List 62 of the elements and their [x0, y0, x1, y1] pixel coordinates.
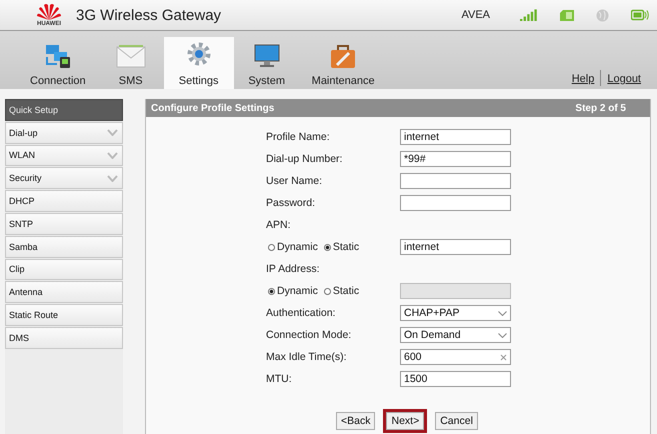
globe-icon [596, 8, 609, 22]
step-indicator: Step 2 of 5 [575, 102, 626, 114]
nav-tab[interactable]: Settings [164, 37, 234, 89]
gear-icon [186, 41, 212, 67]
field-label: Password: [266, 197, 316, 209]
sidebar-item[interactable]: Quick Setup [5, 99, 123, 121]
field-label: User Name: [266, 175, 324, 187]
chevron-down-icon [498, 310, 507, 316]
input-field[interactable] [400, 195, 511, 211]
input-field[interactable]: 1500 [400, 371, 511, 387]
input-field[interactable]: *99# [400, 151, 511, 167]
chevron-down-icon [107, 152, 118, 159]
field-label: IP Address: [266, 263, 321, 275]
chevron-down-icon [498, 332, 507, 338]
sidebar-item[interactable]: Clip [5, 258, 123, 280]
monitor-icon [252, 43, 281, 69]
sidebar-item[interactable]: Antenna [5, 281, 123, 304]
operator-name: AVEA [461, 9, 490, 21]
input-field[interactable]: internet [400, 129, 511, 145]
chevron-down-icon [107, 129, 118, 136]
sidebar-item[interactable]: Samba [5, 236, 123, 258]
sidebar-item[interactable]: Dial-up [5, 122, 123, 144]
nav-tab[interactable]: Connection [18, 39, 98, 89]
field-label: Authentication: [266, 307, 336, 319]
flower-logo-icon [36, 3, 62, 21]
radio-option[interactable]: Dynamic [268, 241, 318, 253]
field-label: MTU: [266, 373, 293, 385]
sidebar-item[interactable]: DHCP [5, 190, 123, 212]
envelope-icon [116, 43, 146, 69]
dropdown[interactable]: CHAP+PAP [400, 305, 511, 321]
clear-icon[interactable] [500, 354, 507, 360]
form-button[interactable]: Cancel [435, 412, 478, 430]
radio-option[interactable]: Static [324, 241, 360, 253]
battery-icon [631, 9, 649, 21]
field-label: Connection Mode: [266, 329, 352, 341]
form-button[interactable]: <Back [336, 412, 376, 430]
field-label: Max Idle Time(s): [266, 351, 348, 363]
signal-icon [520, 9, 538, 21]
field-label: APN: [266, 219, 292, 231]
sidebar-item[interactable]: DMS [5, 326, 123, 349]
network-computers-icon [44, 43, 72, 69]
field-label: Dial-up Number: [266, 153, 344, 165]
chevron-down-icon [107, 174, 118, 182]
input-field[interactable] [400, 173, 511, 189]
toolbox-icon [329, 43, 358, 69]
sidebar-item[interactable]: WLAN [5, 144, 123, 166]
nav-tab[interactable]: System [234, 39, 300, 89]
input-field[interactable]: 600 [400, 349, 511, 365]
input-field[interactable]: internet [400, 239, 511, 255]
sidebar-item[interactable]: SNTP [5, 212, 123, 235]
header-link[interactable]: Help [566, 73, 600, 85]
app-title: 3G Wireless Gateway [76, 6, 222, 24]
sidebar-item[interactable]: Security [5, 167, 123, 190]
sidebar-item[interactable]: Static Route [5, 304, 123, 326]
sim-card-icon [560, 10, 574, 20]
field-label: Profile Name: [266, 131, 331, 143]
nav-tab[interactable]: SMS [98, 39, 164, 89]
panel-title: Configure Profile Settings [151, 102, 274, 114]
nav-tab[interactable]: Maintenance [300, 39, 387, 89]
header-link[interactable]: Logout [601, 73, 647, 85]
form-button[interactable]: Next> [386, 412, 424, 430]
dropdown[interactable]: On Demand [400, 327, 511, 343]
